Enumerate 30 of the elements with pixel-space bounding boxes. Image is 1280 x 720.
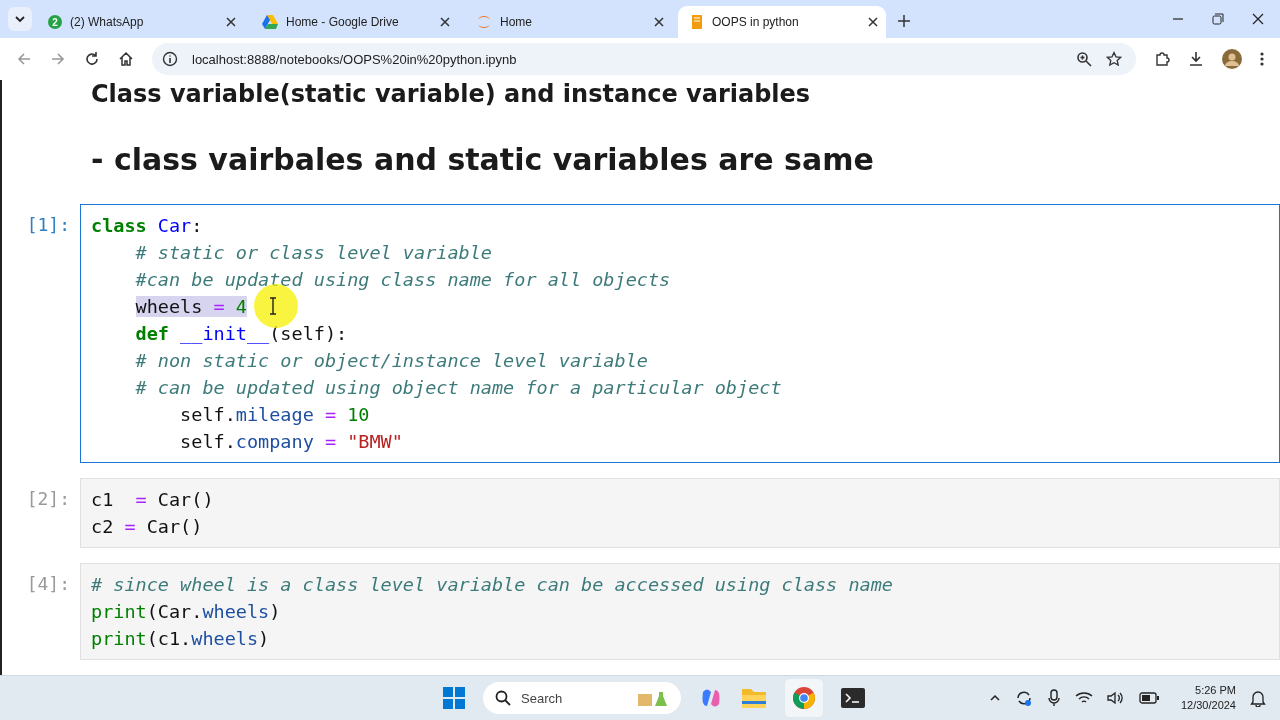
code-line: # can be updated using object name for a particular object (134, 376, 783, 400)
section-heading: - class vairbales and static variables are same (91, 141, 875, 179)
code-line: print(Car.wheels) (91, 600, 282, 624)
code-line: # non static or object/instance level variable (134, 349, 649, 373)
clock-date: 12/30/2024 (1180, 698, 1236, 713)
browser-tab[interactable]: 2 (2) WhatsApp (36, 6, 244, 38)
code-line: #can be updated using class name for all objects (134, 268, 672, 292)
code-line: self.company = "BMW" (179, 430, 404, 454)
code-line: c2 = Car() (91, 515, 204, 539)
browser-tab[interactable]: OOPS in python (678, 6, 886, 38)
chat-badge-icon: 2 (48, 15, 62, 29)
code-line: c1 = Car() (91, 488, 215, 512)
code-cell[interactable]: # since wheel is a class level variable can be accessed using class name print(Car.wheels) print(c1.wheels) (80, 563, 1280, 660)
address-bar[interactable]: localhost:8888/notebooks/OOPS%20in%20python.ipynb (152, 43, 1136, 75)
code-line: def __init__(self): (134, 322, 349, 346)
browser-tab[interactable]: Home (464, 6, 672, 38)
section-heading: Class variable(static variable) and instance variables (91, 80, 812, 108)
code-line: # static or class level variable (134, 241, 493, 265)
browser-tab[interactable]: Home - Google Drive (250, 6, 458, 38)
code-line: class Car: (91, 214, 204, 238)
execution-count: [1]: (25, 213, 71, 237)
code-cell[interactable]: c1 = Car() c2 = Car() (80, 478, 1280, 548)
clock-time: 5:26 PM (1195, 683, 1236, 698)
taskbar-search-field[interactable]: Search (483, 682, 681, 714)
execution-count: [4]: (25, 572, 71, 596)
code-line: print(c1.wheels) (91, 627, 271, 651)
code-line: self.mileage = 10 (179, 403, 371, 427)
code-line: wheels = 4 (134, 295, 248, 319)
code-line: # since wheel is a class level variable can be accessed using class name (91, 573, 894, 597)
execution-count: [2]: (25, 487, 71, 511)
